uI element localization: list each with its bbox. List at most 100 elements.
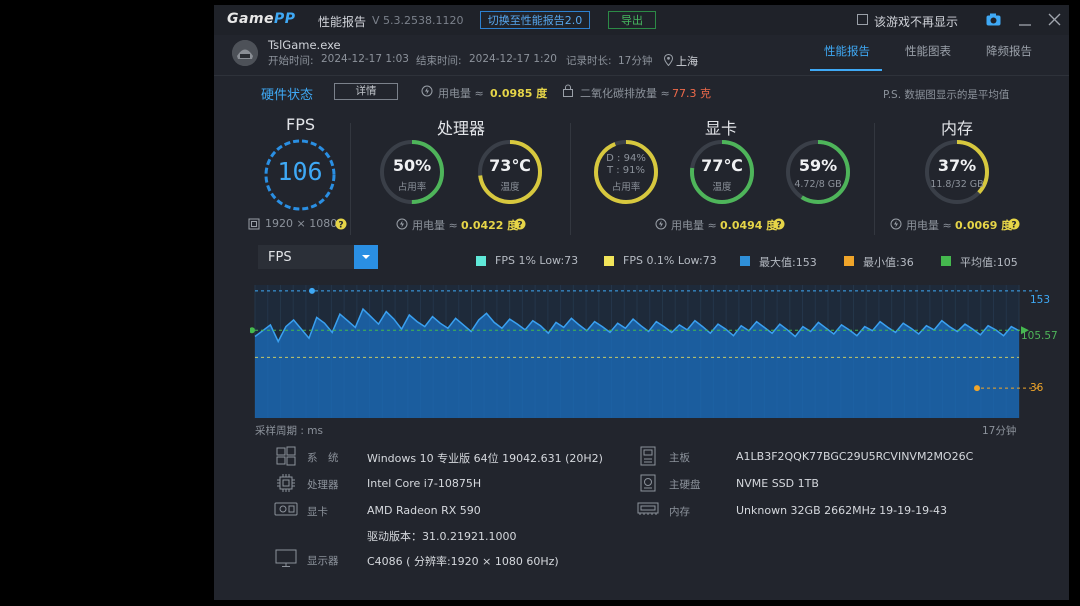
avg-marker-left [250, 327, 255, 334]
cpu-usage-value: 50% [392, 156, 432, 175]
motherboard-icon [640, 446, 656, 466]
gpu-memory-label: 4.72/8 GB [794, 179, 842, 190]
gpu-temp-label: 温度 [712, 182, 732, 193]
help-icon[interactable]: ? [514, 218, 526, 230]
help-icon[interactable]: ? [335, 218, 347, 230]
motherboard-value: A1LB3F2QQK77BGC29U5RCVINVM2MO26C [736, 450, 974, 463]
cpu-temp-value: 73℃ [489, 156, 531, 175]
tab-performance-report[interactable]: 性能报告 [824, 43, 870, 59]
window-title: 性能报告 [318, 15, 367, 29]
hardware-status-title: 硬件状态 [261, 88, 314, 103]
divider [570, 123, 571, 235]
ram-icon [637, 502, 659, 515]
metric-select-arrow[interactable] [354, 245, 378, 269]
no-show-checkbox[interactable] [857, 14, 868, 25]
cpu-value: Intel Core i7-10875H [367, 477, 482, 490]
chart-duration-label: 17分钟 [982, 425, 1017, 437]
motherboard-label: 主板 [669, 452, 690, 464]
game-avatar [232, 40, 258, 66]
average-note: P.S. 数据图显示的是平均值 [883, 89, 1010, 101]
close-icon[interactable] [1048, 13, 1061, 26]
legend-fps-01-low: FPS 0.1% Low:73 [623, 254, 717, 267]
gpu-icon [274, 502, 298, 516]
gpu-driver-version: 驱动版本：31.0.21921.1000 [367, 530, 517, 543]
switch-report-button[interactable]: 切换至性能报告2.0 [480, 11, 590, 29]
no-show-label: 该游戏不再显示 [874, 15, 959, 29]
gpu-value: AMD Radeon RX 590 [367, 504, 481, 517]
help-icon[interactable]: ? [773, 218, 785, 230]
gpu-power-label: 用电量 ≈ [671, 219, 717, 232]
cpu-temp-label: 温度 [500, 182, 520, 193]
sample-period-label: 采样周期 : ms [255, 425, 323, 437]
location-pin-icon [664, 54, 673, 66]
power-icon [890, 218, 902, 230]
gpu-label: 显卡 [307, 506, 328, 518]
ram-power-value: 0.0069 度 [955, 219, 1013, 232]
co2-value: 77.3 克 [672, 87, 711, 100]
max-point [309, 287, 315, 294]
help-icon[interactable]: ? [1008, 218, 1020, 230]
version-label: V 5.3.2538.1120 [372, 14, 464, 27]
svg-text:?: ? [338, 221, 343, 231]
total-power-label: 用电量 ≈ [438, 87, 484, 100]
fps-heading: FPS [286, 115, 316, 134]
monitor-label: 显示器 [307, 555, 339, 567]
disk-icon [640, 474, 656, 492]
legend-avg: 平均值:105 [960, 256, 1018, 269]
gpu-temp-value: 77℃ [701, 156, 743, 175]
tab-performance-chart[interactable]: 性能图表 [905, 43, 951, 59]
fps-value: 106 [277, 157, 323, 186]
gpu-heading: 显卡 [705, 119, 738, 138]
legend-fps-1-low: FPS 1% Low:73 [495, 254, 579, 267]
resolution-icon [248, 218, 260, 230]
chart-avg-label: 105.57 [1021, 330, 1058, 342]
resolution: 1920 × 1080 [265, 217, 338, 230]
duration-label: 记录时长: [566, 55, 612, 67]
cpu-usage-label: 占用率 [397, 182, 427, 193]
legend-max: 最大值:153 [759, 256, 817, 269]
legend-min: 最小值:36 [863, 256, 914, 269]
power-icon [421, 85, 433, 97]
gpu-d-usage: D : 94% [606, 153, 646, 164]
header-divider [214, 75, 1069, 76]
legend-swatch [740, 256, 750, 266]
tab-throttle-report[interactable]: 降频报告 [986, 43, 1032, 59]
ram-heading: 内存 [941, 119, 974, 138]
gpu-memory-value: 59% [798, 156, 838, 175]
windows-icon [276, 446, 296, 466]
chart-max-label: 153 [1030, 294, 1051, 306]
monitor-value: C4086 ( 分辨率:1920 × 1080 60Hz) [367, 555, 559, 568]
gpu-usage-label: 占用率 [611, 182, 641, 193]
svg-text:?: ? [1011, 221, 1016, 231]
chart-min-label: 36 [1030, 382, 1044, 394]
location: 上海 [676, 55, 698, 68]
min-point [974, 385, 980, 392]
end-time-label: 结束时间: [416, 55, 462, 67]
divider [350, 123, 351, 235]
export-button[interactable]: 导出 [608, 11, 656, 29]
legend-swatch [604, 256, 614, 266]
fps-area [255, 309, 1019, 418]
cpu-heading: 处理器 [437, 119, 486, 138]
legend-swatch [476, 256, 486, 266]
cpu-icon [277, 474, 295, 492]
minimize-icon[interactable] [1018, 13, 1032, 27]
gpu-power-value: 0.0494 度 [720, 219, 778, 232]
chevron-down-icon [362, 255, 370, 259]
os-label: 系 统 [307, 452, 339, 464]
camera-icon[interactable] [986, 13, 1001, 26]
legend-swatch [844, 256, 854, 266]
monitor-icon [275, 549, 297, 567]
ram-info-label: 内存 [669, 506, 690, 518]
start-time-label: 开始时间: [268, 55, 314, 67]
ram-label: 11.8/32 GB [930, 179, 984, 190]
svg-text:?: ? [517, 221, 522, 231]
gpu-t-usage: T : 91% [606, 165, 646, 176]
os-value: Windows 10 专业版 64位 19042.631 (20H2) [367, 452, 603, 465]
gamepp-window: GamePP 性能报告 V 5.3.2538.1120 切换至性能报告2.0 导… [214, 5, 1069, 600]
fps-chart [250, 285, 1039, 418]
metric-select-value: FPS [268, 250, 292, 265]
co2-label: 二氧化碳排放量 ≈ [580, 87, 670, 100]
lock-icon [563, 84, 573, 97]
detail-button[interactable]: 详情 [334, 83, 398, 100]
